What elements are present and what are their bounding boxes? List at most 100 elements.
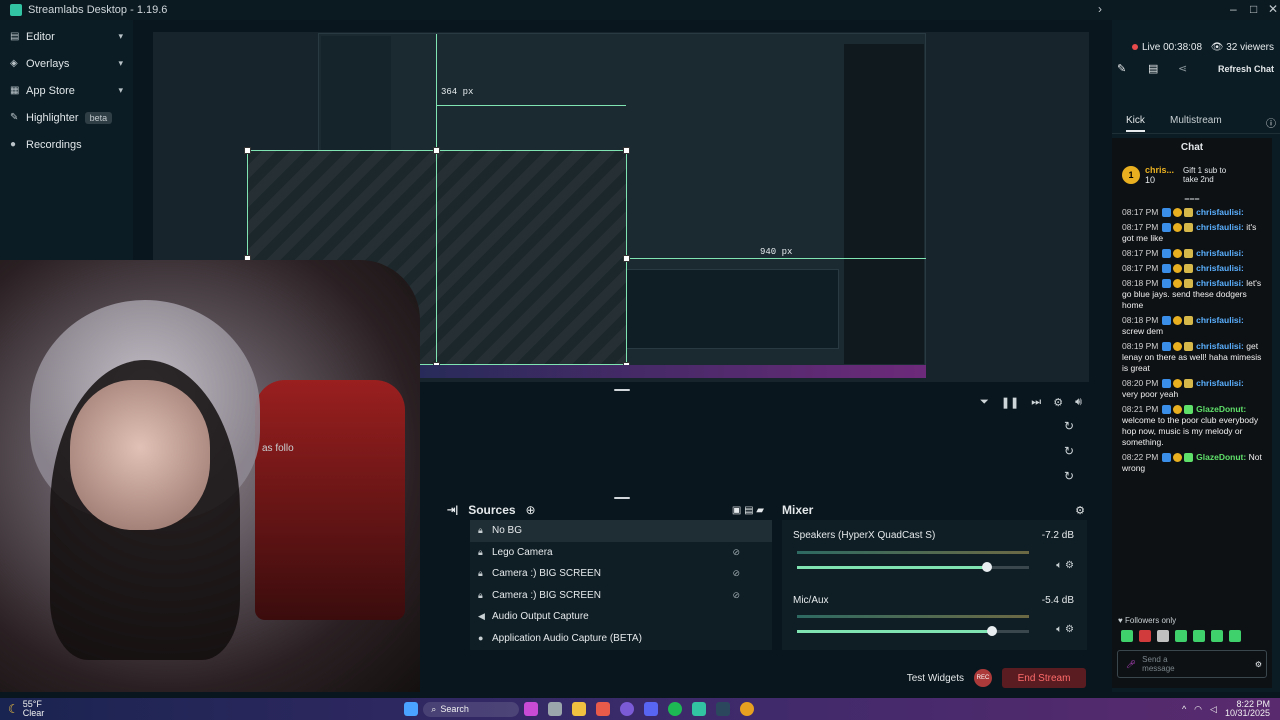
app-icon[interactable] [595,702,610,716]
weather-widget[interactable]: 55°F Clear [23,700,45,718]
info-icon[interactable]: ⓘ [1266,115,1276,130]
chat-input[interactable]: 🎤︎ Send a message ⚙ [1117,650,1267,678]
chevron-down-icon[interactable]: ▾ [118,31,123,42]
minimize-button[interactable]: – [1230,2,1237,16]
settings-icon[interactable]: ⚙ [1053,396,1063,409]
close-button[interactable]: ✕ [1268,2,1278,16]
next-icon[interactable]: ⏭ [1031,396,1041,409]
sidebar-item-overlays[interactable]: ◈ Overlays ▾ [0,50,133,77]
eye-hidden-icon[interactable]: ⊘ [732,590,740,601]
volume-slider[interactable] [797,626,1029,636]
chat-message-user[interactable]: chrisfaulisi: [1196,315,1244,325]
mic-icon[interactable]: 🎤︎ [1126,660,1136,669]
sidebar-item-highlighter[interactable]: ✎ Highlighter beta [0,104,133,131]
volume-icon[interactable]: 🔊︎ [1075,396,1082,409]
spotify-icon[interactable] [667,702,682,716]
discord-icon[interactable] [643,702,658,716]
tab-multistream[interactable]: Multistream [1170,115,1222,126]
emote-icon[interactable] [1211,630,1223,642]
lock-icon[interactable]: 🔒︎ [478,547,492,558]
resize-handle[interactable] [433,147,440,154]
app-icon[interactable] [523,702,538,716]
dashboard-icon[interactable]: ▤ [1148,62,1158,75]
steam-icon[interactable] [715,702,730,716]
chat-settings-icon[interactable]: ⚙ [1255,660,1262,669]
eye-hidden-icon[interactable]: ⊘ [732,568,740,579]
resize-handle[interactable] [244,147,251,154]
taskbar-search[interactable]: ⌕ Search [423,701,519,717]
add-source-icon[interactable]: ⊕ [526,503,536,517]
streamlabs-icon[interactable] [691,702,706,716]
sidebar-item-recordings[interactable]: ● Recordings [0,131,133,158]
clock[interactable]: 8:22 PM 10/31/2025 [1225,700,1270,718]
eye-hidden-icon[interactable]: ⊘ [732,547,740,558]
chat-message[interactable]: 08:20 PM chrisfaulisi: very poor yeah [1112,376,1272,402]
chat-message[interactable]: 08:18 PM chrisfaulisi: let's go blue jay… [1112,276,1272,313]
filter-icon[interactable]: ⏷ [980,396,989,409]
chat-message-user[interactable]: chrisfaulisi: [1196,222,1244,232]
end-stream-button[interactable]: End Stream [1002,668,1086,688]
chat-message-user[interactable]: chrisfaulisi: [1196,263,1244,273]
emote-icon[interactable] [1157,630,1169,642]
chat-message[interactable]: 08:17 PM chrisfaulisi: [1112,261,1272,276]
scene-row[interactable]: ↻ [420,439,1086,463]
emote-icon[interactable] [1193,630,1205,642]
collapse-chat-icon[interactable]: › [1098,2,1102,16]
chat-message-user[interactable]: chrisfaulisi: [1196,248,1244,258]
chat-message-user[interactable]: chrisfaulisi: [1196,207,1244,217]
emote-icon[interactable] [1139,630,1151,642]
file-explorer-icon[interactable] [571,702,586,716]
record-button[interactable]: REC [974,669,992,687]
app-icon[interactable] [547,702,562,716]
scene-row[interactable]: ↻ [420,414,1086,438]
chat-message[interactable]: 08:21 PM GlazeDonut: welcome to the poor… [1112,402,1272,450]
chevron-up-icon[interactable]: ^ [1182,704,1186,715]
pin-icon[interactable]: ⩶ [1112,193,1272,205]
maximize-button[interactable]: □ [1250,2,1257,16]
scene-row[interactable]: ↻ [420,464,1086,488]
chevron-down-icon[interactable]: ▾ [118,85,123,96]
pause-icon[interactable]: ❚❚ [1001,396,1019,409]
edit-icon[interactable]: ✎ [1117,62,1126,75]
lock-icon[interactable]: 🔒︎ [478,568,492,579]
resize-divider[interactable] [614,389,630,391]
emote-icon[interactable] [1229,630,1241,642]
reset-icon[interactable]: ↻ [1064,444,1074,458]
chat-message[interactable]: 08:17 PM chrisfaulisi: [1112,205,1272,220]
lock-icon[interactable]: 🔒︎ [478,590,492,601]
source-item[interactable]: 🔒︎ Lego Camera ⊘ [470,542,772,564]
mute-icon[interactable]: 🔈︎ ⚙ [1056,560,1074,571]
lock-icon[interactable]: 🔒︎ [478,525,492,536]
chat-message[interactable]: 08:22 PM GlazeDonut: Not wrong [1112,450,1272,476]
chevron-down-icon[interactable]: ▾ [118,58,123,69]
chat-message[interactable]: 08:18 PM chrisfaulisi: screw dem [1112,313,1272,339]
mute-icon[interactable]: 🔈︎ ⚙ [1056,624,1074,635]
app-icon[interactable] [619,702,634,716]
resize-divider[interactable] [614,497,630,499]
chat-message[interactable]: 08:17 PM chrisfaulisi: it's got me like [1112,220,1272,246]
tab-kick[interactable]: Kick [1126,115,1145,132]
chat-message-user[interactable]: chrisfaulisi: [1196,378,1244,388]
share-icon[interactable]: ⋖ [1178,62,1187,75]
source-item[interactable]: 🔒︎ No BG [470,520,772,542]
reset-icon[interactable]: ↻ [1064,469,1074,483]
emote-icon[interactable] [1175,630,1187,642]
sidebar-item-app-store[interactable]: ▦ App Store ▾ [0,77,133,104]
mixer-settings-icon[interactable]: ⚙ [1075,504,1085,517]
chat-message-user[interactable]: chrisfaulisi: [1196,278,1244,288]
windows-start-icon[interactable] [404,702,419,716]
resize-handle[interactable] [623,255,630,262]
refresh-chat-button[interactable]: Refresh Chat [1218,64,1274,74]
reset-icon[interactable]: ↻ [1064,419,1074,433]
chat-message-user[interactable]: GlazeDonut: [1196,404,1246,414]
chat-message[interactable]: 08:19 PM chrisfaulisi: get lenay on ther… [1112,339,1272,376]
folder-icon[interactable]: ▣ ▤ ▰ [732,505,764,516]
source-item[interactable]: 🔒︎ Camera :) BIG SCREEN ⊘ [470,585,772,607]
emote-icon[interactable] [1121,630,1133,642]
volume-slider[interactable] [797,562,1029,572]
source-item[interactable]: ◀ Audio Output Capture [470,606,772,628]
chat-message-user[interactable]: GlazeDonut: [1196,452,1246,462]
test-widgets-button[interactable]: Test Widgets [907,673,964,684]
chat-message-user[interactable]: chrisfaulisi: [1196,341,1244,351]
resize-handle[interactable] [623,147,630,154]
